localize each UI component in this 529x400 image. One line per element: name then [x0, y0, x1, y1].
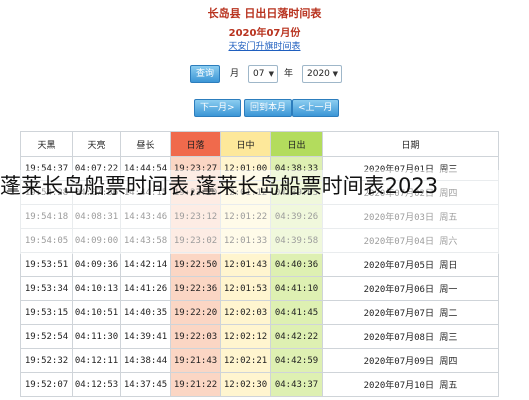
table-cell: 14:40:35 [120, 300, 171, 325]
table-cell: 12:02:03 [220, 300, 271, 325]
table-cell: 19:22:20 [170, 300, 221, 325]
column-header-dawn: 天亮 [72, 131, 121, 157]
table-cell: 04:42:22 [270, 324, 323, 349]
table-row: 19:53:51 04:09:36 14:42:14 19:22:50 12:01:43… [20, 252, 499, 277]
table-cell: 04:42:59 [270, 348, 323, 373]
table-cell: 12:02:21 [220, 348, 271, 373]
year-label: 年 [284, 69, 294, 79]
column-header-dark: 天黑 [20, 131, 73, 157]
table-cell: 12:01:53 [220, 276, 271, 301]
table-cell: 14:38:44 [120, 348, 171, 373]
overlay-caption: 蓬莱长岛船票时间表,蓬莱长岛船票时间表2023 [0, 174, 439, 198]
prev-month-button[interactable]: <上一月 [292, 99, 339, 117]
column-header-sunset: 日落 [170, 131, 221, 157]
back-this-month-button[interactable]: 回到本月 [244, 99, 293, 117]
table-cell: 19:53:15 [20, 300, 73, 325]
column-header-date: 日期 [322, 131, 499, 157]
month-select[interactable]: 07 ▼ [248, 65, 278, 83]
table-cell: 04:40:36 [270, 252, 323, 277]
table-cell: 14:41:26 [120, 276, 171, 301]
table-cell: 04:12:53 [72, 372, 121, 397]
table-row: 19:52:07 04:12:53 14:37:45 19:21:22 12:02:30… [20, 372, 499, 397]
table-cell: 2020年07月07日 周二 [322, 300, 499, 325]
table-cell: 2020年07月08日 周三 [322, 324, 499, 349]
table-cell: 14:42:14 [120, 252, 171, 277]
table-cell: 19:53:34 [20, 276, 73, 301]
table-cell: 04:12:11 [72, 348, 121, 373]
table-row: 19:53:34 04:10:13 14:41:26 19:22:36 12:01:53… [20, 276, 499, 301]
table-cell: 12:02:30 [220, 372, 271, 397]
table-cell: 04:43:37 [270, 372, 323, 397]
page-title: 长岛县 日出日落时间表 [207, 7, 322, 20]
year-select-value: 2020 [307, 69, 330, 79]
column-header-noon: 日中 [220, 131, 271, 157]
next-month-button[interactable]: 下一月> [194, 99, 241, 117]
table-cell: 19:52:54 [20, 324, 73, 349]
table-row: 19:53:15 04:10:51 14:40:35 19:22:20 12:02:03… [20, 300, 499, 325]
table-cell: 14:39:41 [120, 324, 171, 349]
page-subtitle: 2020年07月份 [228, 28, 301, 39]
column-header-daylength: 昼长 [120, 131, 171, 157]
table-cell: 04:09:36 [72, 252, 121, 277]
table-cell: 2020年07月06日 周一 [322, 276, 499, 301]
table-cell: 04:41:45 [270, 300, 323, 325]
month-select-value: 07 [253, 69, 265, 79]
table-cell: 04:10:13 [72, 276, 121, 301]
table-cell: 2020年07月05日 周日 [322, 252, 499, 277]
column-header-sunrise: 日出 [270, 131, 323, 157]
table-cell: 04:10:51 [72, 300, 121, 325]
table-row: 19:52:32 04:12:11 14:38:44 19:21:43 12:02:21… [20, 348, 499, 373]
table-header-row: 天黑 天亮 昼长 日落 日中 日出 日期 [20, 131, 499, 157]
table-cell: 19:22:50 [170, 252, 221, 277]
table-cell: 19:21:43 [170, 348, 221, 373]
query-button[interactable]: 查询 [190, 65, 221, 83]
table-cell: 19:53:51 [20, 252, 73, 277]
chevron-down-icon: ▼ [332, 70, 338, 78]
chevron-down-icon: ▼ [268, 70, 274, 78]
year-select[interactable]: 2020 ▼ [302, 65, 342, 83]
table-cell: 12:01:43 [220, 252, 271, 277]
table-cell: 19:21:22 [170, 372, 221, 397]
table-cell: 19:52:32 [20, 348, 73, 373]
table-cell: 04:11:30 [72, 324, 121, 349]
table-cell: 19:52:07 [20, 372, 73, 397]
table-cell: 04:41:10 [270, 276, 323, 301]
table-cell: 2020年07月09日 周四 [322, 348, 499, 373]
table-cell: 19:22:03 [170, 324, 221, 349]
month-label: 月 [230, 69, 240, 79]
flag-ceremony-link[interactable]: 天安门升旗时间表 [0, 39, 529, 52]
table-cell: 14:37:45 [120, 372, 171, 397]
table-row: 19:52:54 04:11:30 14:39:41 19:22:03 12:02:12… [20, 324, 499, 349]
table-cell: 2020年07月10日 周五 [322, 372, 499, 397]
table-cell: 12:02:12 [220, 324, 271, 349]
table-cell: 19:22:36 [170, 276, 221, 301]
